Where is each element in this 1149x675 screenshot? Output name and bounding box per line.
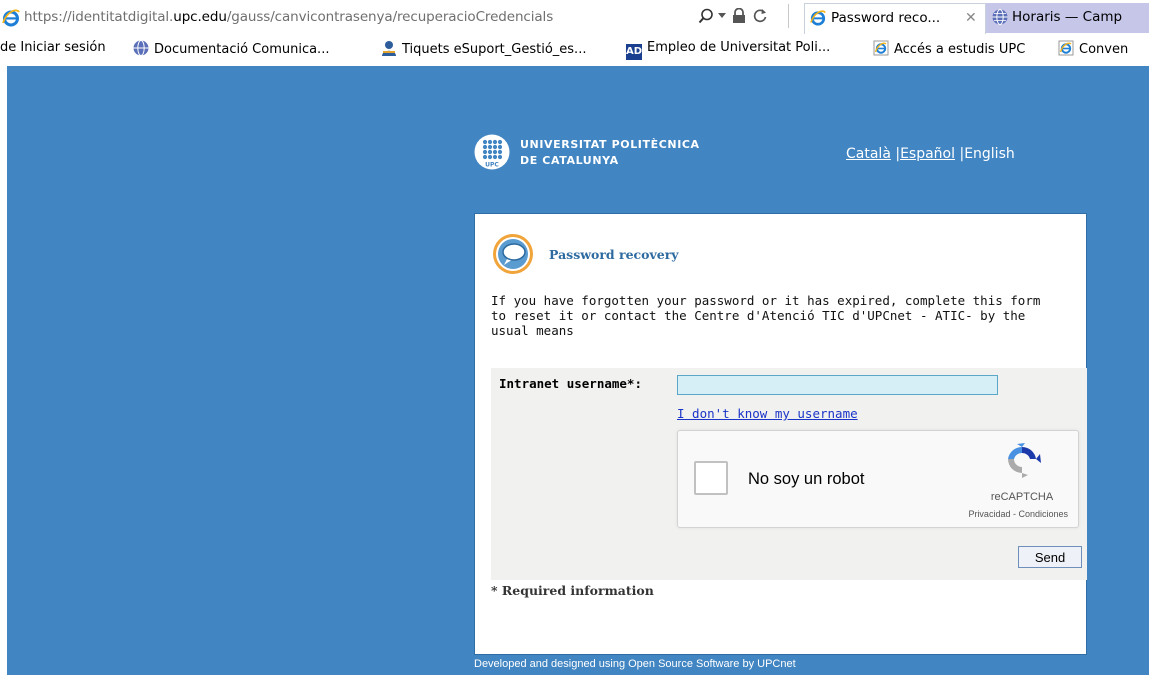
lang-separator: | [890,146,901,162]
upc-logo-icon: UPC [474,134,510,170]
lock-icon[interactable] [732,8,746,24]
browser-address-bar: https://identitatdigital.upc.edu/gauss/c… [0,0,1149,36]
recaptcha-checkbox[interactable] [694,461,728,495]
username-label: Intranet username*: [499,376,642,391]
favorite-item-tiquets[interactable]: Tiquets eSuport_Gestió_es... [381,40,586,60]
favorite-label: Conven [1079,42,1129,57]
recaptcha-label: No soy un robot [748,470,865,488]
favorite-item-documentacio[interactable]: Documentació Comunica... [133,40,329,60]
close-tab-icon[interactable]: ✕ [965,10,977,26]
lang-espanol-link[interactable]: Español [900,146,955,162]
internet-explorer-icon [810,10,826,26]
refresh-icon[interactable] [752,8,768,24]
lang-separator: | [955,146,965,162]
search-icon[interactable] [698,8,714,24]
favorite-item-empleo[interactable]: AD Empleo de Universitat Poli... [626,40,830,60]
tab-label: Horaris — Camp [1012,9,1123,25]
language-selector: Català |Español |English [846,146,1015,162]
url-domain-pre: identitatdigital. [71,9,174,25]
internet-explorer-icon [2,9,20,27]
dropdown-arrow-icon[interactable] [718,13,726,19]
separator [788,4,789,28]
recaptcha-logo-icon [1008,443,1041,478]
ie-page-icon [1058,40,1074,56]
footer-text: Developed and designed using Open Source… [474,658,796,670]
tab-label: Password reco... [831,10,941,26]
intro-text: If you have forgotten your password or i… [491,293,1041,338]
url-path: /gauss/canvicontrasenya/recuperacioCrede… [226,9,554,25]
brand-name-line2: DE CATALUNYA [520,154,619,167]
url-field[interactable]: https://identitatdigital.upc.edu/gauss/c… [0,4,672,31]
lang-catala-link[interactable]: Català [846,146,891,162]
favorite-item-conven[interactable]: Conven [1058,40,1128,60]
tab-password-recovery[interactable]: Password reco... ✕ [804,3,986,34]
ie-page-icon [873,40,889,56]
recaptcha-terms-links[interactable]: Privacidad - Condiciones [936,509,1068,519]
send-button[interactable]: Send [1018,546,1082,568]
favorite-label: Documentació Comunica... [154,42,330,57]
required-note: * Required information [491,583,654,598]
globe-icon [133,40,149,56]
favorite-label: Accés a estudis UPC [894,42,1026,57]
upc-logo-text: UPC [485,162,499,169]
recovery-form: Intranet username*: I don't know my user… [491,368,1087,580]
favorites-bar: de Iniciar sesión Documentació Comunica.… [0,37,1149,61]
globe-icon [992,9,1008,25]
speech-bubble-icon [493,234,533,274]
upc-brand[interactable]: UPC UNIVERSITAT POLITÈCNICA DE CATALUNYA [474,133,774,173]
favorite-label: Empleo de Universitat Poli... [647,40,831,55]
page-content: UPC UNIVERSITAT POLITÈCNICA DE CATALUNYA… [7,66,1149,675]
favorite-label: de Iniciar sesión [0,40,106,55]
page-title: Password recovery [549,247,679,262]
url-text: https://identitatdigital.upc.edu/gauss/c… [24,9,553,25]
username-input[interactable] [677,375,998,395]
brand-name-line1: UNIVERSITAT POLITÈCNICA [520,138,700,151]
address-controls [698,4,798,28]
recaptcha-brand: reCAPTCHA [990,491,1054,503]
url-domain-main: upc.edu [173,9,227,25]
forgot-username-link[interactable]: I don't know my username [677,406,858,421]
favorite-item-iniciar-sesion[interactable]: de Iniciar sesión [0,40,106,60]
url-prefix: https:// [24,9,72,25]
favorite-item-acces-estudis[interactable]: Accés a estudis UPC [873,40,1025,60]
favorite-label: Tiquets eSuport_Gestió_es... [402,42,587,57]
password-recovery-panel: Password recovery If you have forgotten … [474,213,1087,655]
person-icon [382,41,396,56]
recaptcha-widget: No soy un robot reCAPTCHA Privacidad - C… [677,430,1079,528]
lang-english-current: English [964,146,1015,162]
ad-icon: AD [626,44,642,60]
tab-horaris[interactable]: Horaris — Camp [986,3,1149,33]
